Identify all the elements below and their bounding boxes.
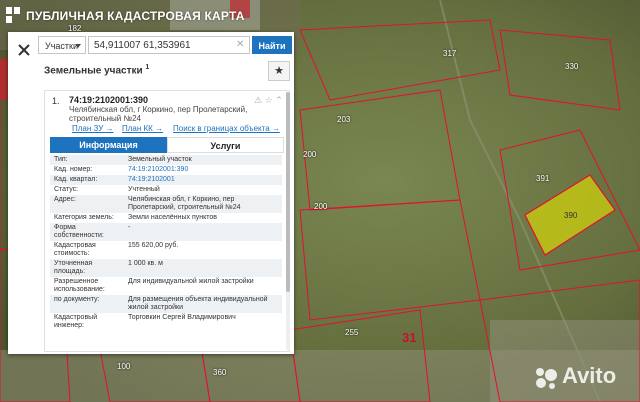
info-key: Разрешенное использование:: [54, 278, 105, 293]
tab-info[interactable]: Информация: [50, 137, 167, 153]
result-index: 1.: [52, 96, 60, 106]
info-value: 1 000 кв. м: [124, 259, 282, 277]
info-key: по документу:: [50, 295, 124, 313]
info-key: Кадастровая стоимость:: [54, 242, 96, 257]
info-value[interactable]: 74:19:2102001: [124, 175, 282, 185]
parcel-label: 203: [337, 115, 351, 124]
parcel-label: 200: [303, 150, 317, 159]
info-value: 155 620,00 руб.: [128, 242, 179, 249]
info-row: Уточненная площадь: 1 000 кв. м: [50, 259, 282, 277]
parcel-label: 100: [117, 362, 131, 371]
parcel-label: 255: [345, 328, 359, 337]
info-row: Тип: Земельный участок: [50, 155, 282, 165]
info-row: Кад. номер: 74:19:2102001:390: [50, 165, 282, 175]
info-table: Тип: Земельный участок Кад. номер: 74:19:21…: [50, 155, 282, 331]
info-value: Земельный участок: [124, 155, 282, 165]
plan-zu-link[interactable]: План ЗУ →: [72, 124, 114, 133]
info-value: -: [124, 223, 282, 241]
scrollbar-thumb[interactable]: [286, 92, 290, 292]
info-value: Земли населённых пунктов: [128, 214, 218, 221]
info-value: Для индивидуальной жилой застройки: [128, 278, 254, 285]
tabs: Информация Услуги: [50, 137, 284, 153]
avito-logo-icon: [536, 368, 557, 389]
chevron-up-icon[interactable]: ⌃: [275, 95, 283, 105]
star-icon[interactable]: ☆: [265, 95, 273, 105]
parcel-label: 200: [314, 202, 328, 211]
parcel-address: Челябинская обл, г Коркино, пер Пролетар…: [69, 105, 248, 123]
chevron-down-icon: [75, 44, 81, 48]
avito-watermark: Avito: [562, 363, 617, 388]
info-row: по документу: Для размещения объекта инди…: [50, 295, 282, 313]
search-type-label: Участки: [45, 41, 78, 51]
parcel-label: 391: [536, 174, 550, 183]
info-row: Статус: Учтенный: [50, 185, 282, 195]
card-actions: ⚠ ☆ ⌃: [254, 95, 283, 106]
info-row: Разрешенное использование: Для индивидуал…: [50, 277, 282, 295]
clear-icon[interactable]: ✕: [236, 39, 244, 50]
info-value: Челябинская обл, г Коркино, пер Пролетар…: [124, 195, 282, 213]
panel-title-text: Земельные участки: [44, 65, 143, 77]
tab-services[interactable]: Услуги: [167, 137, 284, 153]
info-key: Статус:: [54, 186, 79, 193]
search-type-select[interactable]: Участки: [38, 36, 86, 54]
result-count: 1: [145, 64, 150, 71]
parcel-label: 390: [564, 211, 578, 220]
search-in-bounds-link[interactable]: Поиск в границах объекта →: [173, 124, 280, 133]
star-icon: ★: [274, 65, 284, 77]
parcel-label: 360: [213, 368, 227, 377]
info-row: Кадастровый инженер: Торговкин Сергей Вла…: [50, 313, 282, 331]
panel-title: Земельные участки 1: [44, 64, 149, 76]
info-key: Категория земель:: [54, 214, 114, 221]
plan-kk-link[interactable]: План КК →: [122, 124, 163, 133]
info-row: Кад. квартал: 74:19:2102001: [50, 175, 282, 185]
info-key: Адрес:: [50, 195, 124, 213]
info-row: Форма собственности: -: [50, 223, 282, 241]
info-key: Тип:: [50, 155, 124, 165]
info-row: Категория земель: Земли населённых пункто…: [50, 213, 282, 223]
find-button[interactable]: Найти: [252, 36, 292, 54]
parcel-label: 317: [443, 49, 457, 58]
search-input[interactable]: [88, 36, 250, 54]
info-key: Кад. номер:: [54, 166, 93, 173]
info-value[interactable]: 74:19:2102001:390: [124, 165, 282, 175]
header: ПУБЛИЧНАЯ КАДАСТРОВАЯ КАРТА: [0, 0, 640, 32]
app-title: ПУБЛИЧНАЯ КАДАСТРОВАЯ КАРТА: [26, 9, 245, 23]
info-key: Кадастровый инженер:: [54, 314, 98, 329]
info-key: Форма собственности:: [50, 223, 124, 241]
info-value: Учтенный: [128, 186, 160, 193]
parcel-label: 330: [565, 62, 579, 71]
warning-icon[interactable]: ⚠: [254, 95, 262, 105]
logo-icon: [6, 7, 20, 23]
info-key: Уточненная площадь:: [50, 259, 124, 277]
cadastral-number[interactable]: 74:19:2102001:390: [69, 95, 148, 105]
parcel-label: 31: [402, 330, 417, 345]
info-value: Торговкин Сергей Владимирович: [128, 314, 236, 321]
close-icon[interactable]: [16, 42, 32, 58]
info-row: Кадастровая стоимость: 155 620,00 руб.: [50, 241, 282, 259]
info-value: Для размещения объекта индивидуальной жи…: [124, 295, 282, 313]
info-key: Кад. квартал:: [50, 175, 124, 185]
favorite-button[interactable]: ★: [268, 61, 290, 81]
scrollbar[interactable]: [286, 92, 290, 350]
info-row: Адрес: Челябинская обл, г Коркино, пер Пр…: [50, 195, 282, 213]
